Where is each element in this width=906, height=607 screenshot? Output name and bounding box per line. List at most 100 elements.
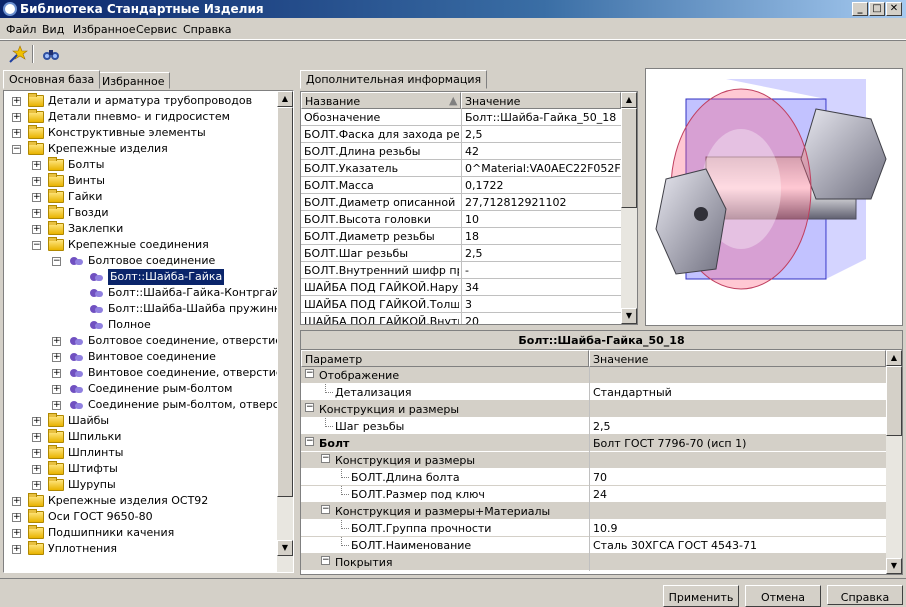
tree-expander-icon[interactable]: + xyxy=(32,481,41,490)
tree-expander-icon[interactable]: + xyxy=(52,385,61,394)
tree-expander-icon[interactable]: + xyxy=(32,417,41,426)
props-value[interactable]: 24 xyxy=(593,488,607,501)
tree-expander-icon[interactable]: + xyxy=(32,193,41,202)
props-category-row[interactable]: − Покрытия xyxy=(301,554,886,571)
tree-expander-icon[interactable]: − xyxy=(52,257,61,266)
info-row[interactable]: БОЛТ.Диаметр описанной окружности 27,7128… xyxy=(301,194,621,211)
tree-item[interactable]: + Конструктивные элементы xyxy=(4,125,276,141)
tree-item[interactable]: + Винты xyxy=(4,173,276,189)
tree-expander-icon[interactable]: + xyxy=(32,209,41,218)
scroll-down-icon[interactable]: ▼ xyxy=(886,558,902,574)
scroll-thumb[interactable] xyxy=(886,366,902,436)
tree-expander-icon[interactable]: + xyxy=(12,129,21,138)
props-col-value[interactable]: Значение xyxy=(589,350,886,367)
tree-item[interactable]: Болт::Шайба-Гайка xyxy=(4,269,276,285)
info-row[interactable]: БОЛТ.Высота головки 10 xyxy=(301,211,621,228)
category-expander-icon[interactable]: − xyxy=(305,437,314,446)
tree-expander-icon[interactable]: + xyxy=(32,177,41,186)
info-row[interactable]: БОЛТ.Шаг резьбы 2,5 xyxy=(301,245,621,262)
props-category-row[interactable]: − Конструкция и размеры+Материалы xyxy=(301,503,886,520)
info-row[interactable]: ШАЙБА ПОД ГАЙКОЙ.Толщина 3 xyxy=(301,296,621,313)
tree-item[interactable]: + Гвозди xyxy=(4,205,276,221)
scroll-thumb[interactable] xyxy=(621,108,637,208)
tree-expander-icon[interactable]: + xyxy=(12,497,21,506)
props-value[interactable]: 2,5 xyxy=(593,420,611,433)
tab-additional-info[interactable]: Дополнительная информация xyxy=(300,70,488,89)
cancel-button[interactable]: Отмена xyxy=(745,585,821,607)
props-category-row[interactable]: − Конструкция и размеры xyxy=(301,452,886,469)
scroll-up-icon[interactable]: ▲ xyxy=(277,91,293,107)
tree-item[interactable]: + Шурупы xyxy=(4,477,276,493)
add-favorite-button[interactable] xyxy=(7,44,29,64)
tree-item[interactable]: + Крепежные изделия ОСТ92 xyxy=(4,493,276,509)
tree-expander-icon[interactable]: + xyxy=(32,225,41,234)
menu-service[interactable]: Сервис xyxy=(136,23,177,36)
tree-expander-icon[interactable]: + xyxy=(52,369,61,378)
tree-item[interactable]: + Шплинты xyxy=(4,445,276,461)
info-row[interactable]: БОЛТ.Внутренний шифр предприятия- xyxy=(301,262,621,279)
tree-expander-icon[interactable]: + xyxy=(12,545,21,554)
tree-item[interactable]: − Болтовое соединение xyxy=(4,253,276,269)
tree-expander-icon[interactable]: − xyxy=(32,241,41,250)
scroll-down-icon[interactable]: ▼ xyxy=(277,540,293,556)
tree-item[interactable]: + Гайки xyxy=(4,189,276,205)
tree-item[interactable]: + Детали пневмо- и гидросистем xyxy=(4,109,276,125)
tree-expander-icon[interactable]: + xyxy=(32,161,41,170)
props-value[interactable]: 70 xyxy=(593,471,607,484)
tree-expander-icon[interactable]: + xyxy=(12,113,21,122)
scroll-up-icon[interactable]: ▲ xyxy=(886,350,902,366)
info-row[interactable]: БОЛТ.Масса 0,1722 xyxy=(301,177,621,194)
category-expander-icon[interactable]: − xyxy=(305,369,314,378)
tree-expander-icon[interactable]: + xyxy=(12,513,21,522)
props-scrollbar[interactable]: ▲ ▼ xyxy=(886,350,902,574)
info-row[interactable]: ШАЙБА ПОД ГАЙКОЙ.Наружный диаметр 34 xyxy=(301,279,621,296)
props-value[interactable]: Сталь 30ХГСА ГОСТ 4543-71 xyxy=(593,539,757,552)
tab-main-base[interactable]: Основная база xyxy=(3,70,101,89)
menu-help[interactable]: Справка xyxy=(183,23,231,36)
tree-item[interactable]: + Соединение рым-болтом xyxy=(4,381,276,397)
props-row[interactable]: БОЛТ.Группа прочности 10.9 xyxy=(301,520,886,537)
scroll-thumb[interactable] xyxy=(277,107,293,497)
tree-item[interactable]: + Заклепки xyxy=(4,221,276,237)
search-button[interactable] xyxy=(40,44,62,64)
props-row[interactable]: Детализация Стандартный xyxy=(301,384,886,401)
category-expander-icon[interactable]: − xyxy=(321,505,330,514)
apply-button[interactable]: Применить xyxy=(663,585,739,607)
tree-scrollbar[interactable]: ▲ ▼ xyxy=(277,91,293,572)
props-row[interactable]: БОЛТ.Наименование Сталь 30ХГСА ГОСТ 4543-… xyxy=(301,537,886,554)
tree-item[interactable]: + Шайбы xyxy=(4,413,276,429)
info-row[interactable]: БОЛТ.Указатель 0^Material:VA0AEC22F052F4F… xyxy=(301,160,621,177)
info-row[interactable]: Обозначение Болт::Шайба-Гайка_50_18 xyxy=(301,109,621,126)
category-expander-icon[interactable]: − xyxy=(305,403,314,412)
props-row[interactable]: Шаг резьбы 2,5 xyxy=(301,418,886,435)
props-category-row[interactable]: − Болт Болт ГОСТ 7796-70 (исп 1) xyxy=(301,435,886,452)
info-col-value[interactable]: Значение xyxy=(461,92,621,109)
info-col-name[interactable]: Название ▲ xyxy=(301,92,461,109)
tree-item[interactable]: − Крепежные изделия xyxy=(4,141,276,157)
tree-item[interactable]: Полное xyxy=(4,317,276,333)
tree-item[interactable]: + Уплотнения xyxy=(4,541,276,557)
tree-item[interactable]: + Детали и арматура трубопроводов xyxy=(4,93,276,109)
category-expander-icon[interactable]: − xyxy=(321,556,330,565)
tab-favorites[interactable]: Избранное xyxy=(96,72,171,89)
scroll-up-icon[interactable]: ▲ xyxy=(621,92,637,108)
tree-item[interactable]: + Болты xyxy=(4,157,276,173)
category-expander-icon[interactable]: − xyxy=(321,454,330,463)
info-row[interactable]: БОЛТ.Длина резьбы 42 xyxy=(301,143,621,160)
tree-expander-icon[interactable]: + xyxy=(52,337,61,346)
tree-item[interactable]: Болт::Шайба-Гайка-Контргайка xyxy=(4,285,292,301)
menu-favorites[interactable]: Избранное xyxy=(73,23,135,36)
tree-item[interactable]: + Винтовое соединение xyxy=(4,349,276,365)
props-value[interactable]: Стандартный xyxy=(593,386,672,399)
menu-file[interactable]: Файл xyxy=(6,23,36,36)
help-button[interactable]: Справка xyxy=(827,585,903,605)
tree-item[interactable]: + Винтовое соединение, отверстие xyxy=(4,365,283,381)
close-button[interactable]: ✕ xyxy=(886,2,902,16)
info-row[interactable]: БОЛТ.Фаска для захода резьбы 2,5 xyxy=(301,126,621,143)
maximize-button[interactable]: □ xyxy=(869,2,885,16)
props-row[interactable]: БОЛТ.Размер под ключ 24 xyxy=(301,486,886,503)
props-value[interactable]: 10.9 xyxy=(593,522,618,535)
scroll-down-icon[interactable]: ▼ xyxy=(621,308,637,324)
info-row[interactable]: БОЛТ.Диаметр резьбы 18 xyxy=(301,228,621,245)
info-scrollbar[interactable]: ▲ ▼ xyxy=(621,92,637,324)
